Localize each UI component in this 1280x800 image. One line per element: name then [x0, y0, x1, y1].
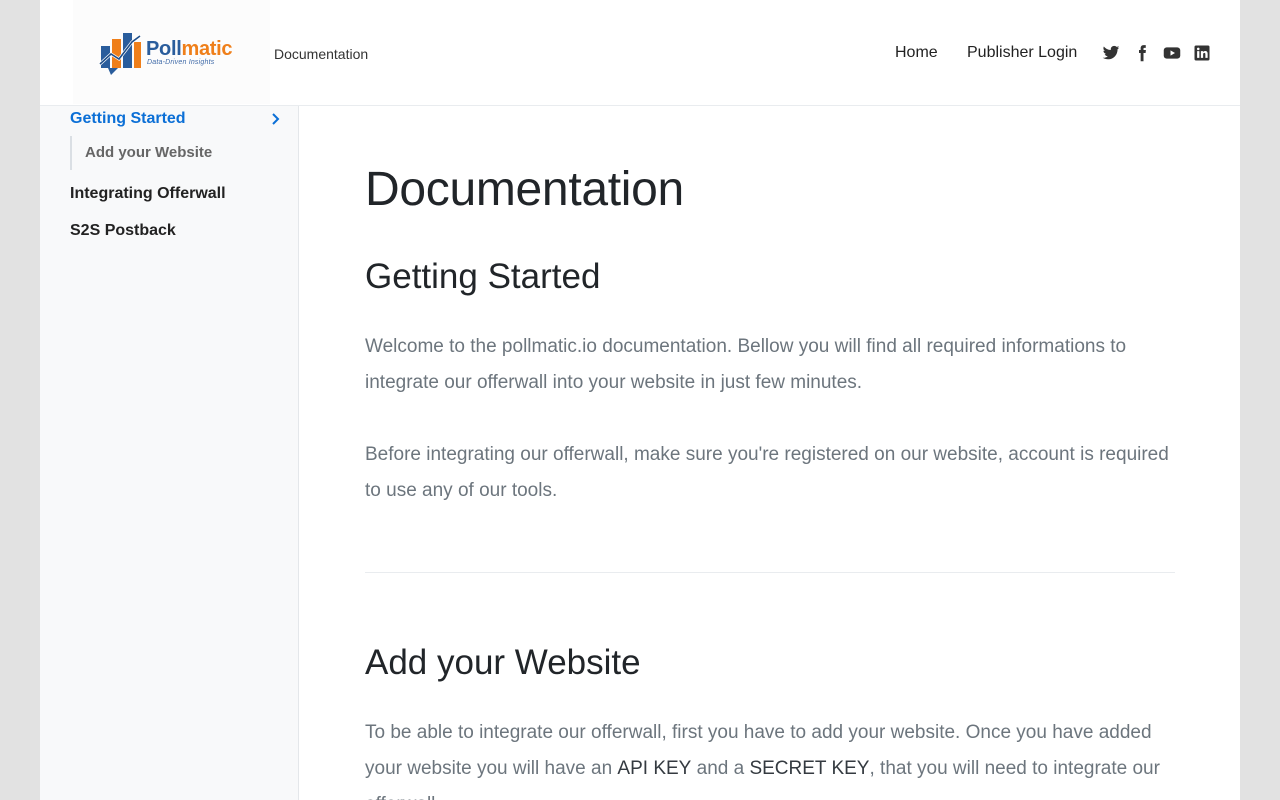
- section-divider: [365, 572, 1175, 573]
- nav-home-link[interactable]: Home: [895, 44, 938, 61]
- page-title: Documentation: [365, 163, 684, 216]
- getting-started-paragraph-1: Welcome to the pollmatic.io documentatio…: [365, 336, 1127, 393]
- nav-publisher-login-link[interactable]: Publisher Login: [967, 44, 1077, 61]
- getting-started-heading: Getting Started: [365, 257, 601, 296]
- add-website-text-part-2: and a: [691, 758, 750, 779]
- docs-content: Documentation Getting Started Welcome to…: [365, 106, 1175, 800]
- facebook-icon[interactable]: [1133, 44, 1151, 62]
- getting-started-paragraph-2: Before integrating our offerwall, make s…: [365, 444, 1169, 501]
- youtube-icon[interactable]: [1163, 44, 1181, 62]
- sidebar-item-add-your-website[interactable]: Add your Website: [85, 144, 212, 162]
- chevron-right-icon[interactable]: [270, 112, 280, 126]
- add-website-paragraph: To be able to integrate our offerwall, f…: [365, 715, 1175, 800]
- logo-wordmark: Pollmatic: [146, 38, 233, 60]
- twitter-icon[interactable]: [1102, 44, 1120, 62]
- brand-documentation-link[interactable]: Documentation: [274, 46, 368, 62]
- linkedin-icon[interactable]: [1193, 44, 1211, 62]
- api-key-term: API KEY: [617, 758, 692, 779]
- logo-link[interactable]: Pollmatic Data-Driven Insights: [73, 0, 270, 104]
- sidebar-item-s2s-postback[interactable]: S2S Postback: [70, 221, 176, 241]
- page: Pollmatic Data-Driven Insights Documenta…: [40, 0, 1240, 800]
- logo-word-tail: matic: [181, 38, 233, 60]
- sidebar-subitems: Add your Website: [70, 136, 212, 170]
- site-header: Pollmatic Data-Driven Insights Documenta…: [40, 0, 1240, 106]
- logo-word-main: Poll: [146, 38, 182, 60]
- logo-tagline: Data-Driven Insights: [147, 59, 215, 66]
- pollmatic-logo-mark: [98, 33, 141, 75]
- secret-key-term: SECRET KEY: [749, 758, 870, 779]
- add-website-heading: Add your Website: [365, 643, 641, 682]
- sidebar-item-integrating-offerwall[interactable]: Integrating Offerwall: [70, 184, 226, 204]
- docs-sidebar: Getting Started Add your Website Integra…: [40, 106, 299, 800]
- sidebar-item-getting-started[interactable]: Getting Started: [70, 109, 186, 129]
